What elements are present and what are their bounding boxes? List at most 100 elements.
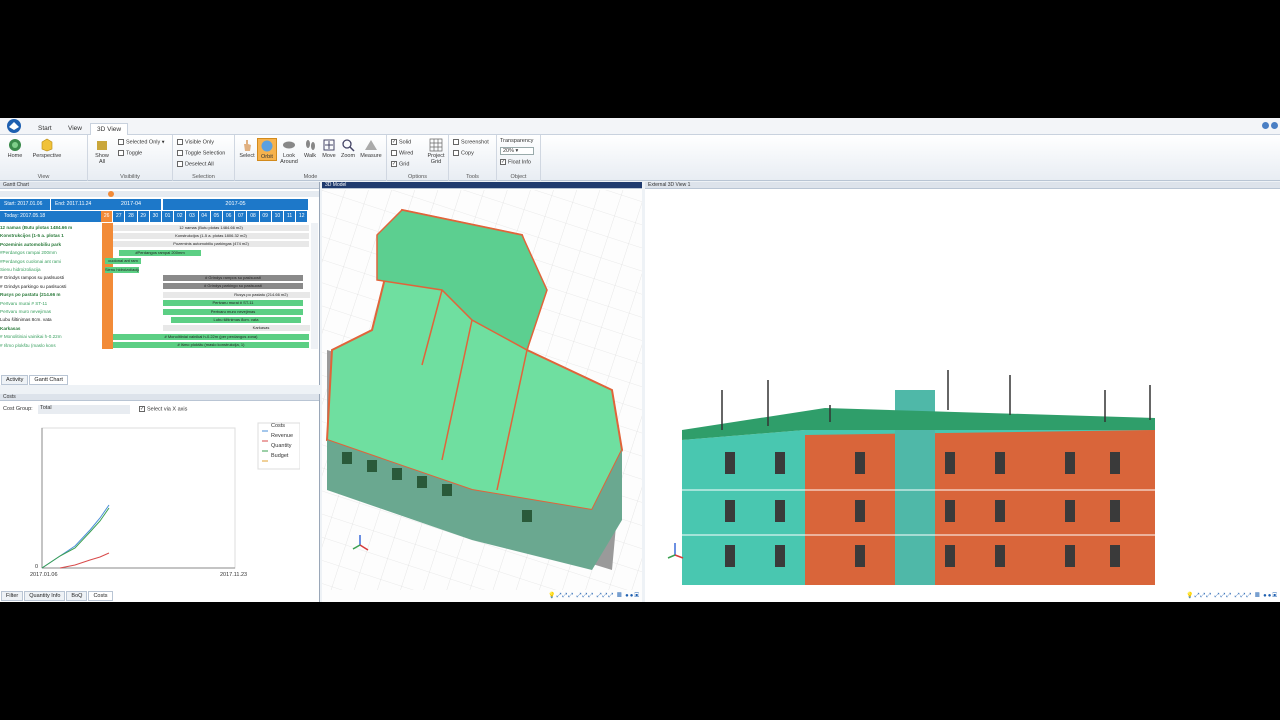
gantt-bar[interactable]: Pozeminis automobiliu parkingas (474 m2) — [113, 241, 309, 248]
gantt-bar[interactable]: Lubu šiltinimas 8cm. vata — [171, 316, 301, 323]
gantt-scrollbar[interactable] — [311, 223, 318, 349]
toggle-selection-label: Toggle Selection — [185, 150, 226, 157]
model-viewport[interactable]: 3D Model 💡⤢⤢⤢ ⤢⤢⤢ ⤢⤢⤢ ▦ ●●▣ — [322, 182, 642, 602]
day-header: 11 — [284, 211, 297, 222]
toggle-selection-button[interactable]: Toggle Selection — [177, 150, 225, 156]
gantt-row[interactable]: # Išmo plokštu (maslo kons # Išmo plokštu… — [0, 341, 310, 350]
tab-costs[interactable]: Costs — [88, 591, 113, 601]
building-model-top[interactable] — [322, 190, 642, 590]
gantt-bar[interactable]: cuolonai ant ram — [105, 258, 141, 265]
measure-button[interactable]: Measure — [358, 138, 384, 159]
walk-button[interactable]: Walk — [301, 138, 319, 159]
show-all-button[interactable]: Show All — [94, 138, 110, 165]
application-window: Start View 3D View Home Perspective View… — [0, 118, 1280, 602]
timeline-handle[interactable] — [108, 191, 114, 197]
tab-boq[interactable]: BoQ — [66, 591, 88, 601]
external-viewport[interactable]: External 3D View 1 💡⤢⤢⤢ ⤢⤢⤢ ⤢⤢⤢ ▦ ●●▣ — [645, 182, 1280, 602]
gantt-bar[interactable]: # Grindys parkingo su paslsuosti — [163, 283, 303, 290]
gantt-panel: Gantt Chart Start: 2017.01.06 End: 2017.… — [0, 182, 320, 385]
toggle-icon — [118, 150, 124, 156]
tab-3d-view[interactable]: 3D View — [90, 123, 129, 135]
costs-bottom-tabs: Filter Quantity Info BoQ Costs — [1, 591, 114, 601]
deselect-all-button[interactable]: Deselect All — [177, 161, 214, 167]
gantt-row-label: # Išmo plokštu (maslo kons — [0, 342, 56, 348]
visible-only-button[interactable]: Visible Only — [177, 139, 214, 145]
float-info-label: Float Info — [508, 159, 531, 166]
month-header: 2017-04 — [101, 199, 162, 210]
look-around-button[interactable]: Look Around — [278, 138, 300, 165]
legend-quantity: Quantity — [271, 443, 292, 449]
group-view: Home Perspective View — [0, 135, 88, 181]
tab-filter[interactable]: Filter — [1, 591, 24, 601]
select-via-x-checkbox[interactable]: ✓ Select via X axis — [139, 406, 187, 412]
zoom-button[interactable]: Zoom — [339, 138, 357, 159]
gantt-bottom-tabs: Activity Gantt Chart — [1, 375, 69, 385]
solid-checkbox[interactable]: ✓ Solid — [391, 139, 411, 145]
transparency-select[interactable]: 20% ▾ — [500, 147, 534, 155]
selected-only-button[interactable]: Selected Only ▾ — [118, 139, 165, 145]
orbit-button[interactable]: Orbit — [257, 138, 277, 161]
help-icon[interactable] — [1262, 122, 1269, 129]
group-selection-label: Selection — [192, 174, 215, 180]
viewport-toolbar[interactable]: 💡⤢⤢⤢ ⤢⤢⤢ ⤢⤢⤢ ▦ ●●▣ — [1186, 592, 1278, 600]
select-via-x-label: Select via X axis — [147, 406, 188, 413]
perspective-button[interactable]: Perspective — [30, 138, 64, 159]
group-view-label: View — [37, 174, 50, 180]
measure-ruler-icon — [365, 140, 377, 150]
day-header: 10 — [271, 211, 284, 222]
screenshot-button[interactable]: Screenshot — [453, 139, 489, 145]
camera-icon — [453, 139, 459, 145]
grid-label: Grid — [399, 161, 410, 168]
tab-gantt-chart[interactable]: Gantt Chart — [29, 375, 68, 385]
move-button[interactable]: Move — [320, 138, 338, 159]
zoom-label: Zoom — [340, 153, 356, 159]
toggle-selection-icon — [177, 150, 183, 156]
float-info-checkbox[interactable]: ✓ Float Info — [500, 159, 531, 165]
cost-group-value: Total — [40, 405, 52, 411]
gantt-bar[interactable]: # Išmo plokštu (maslo konstrukcija, 1) — [113, 342, 309, 349]
gantt-bar[interactable]: 12 namas (Butu plotas 1484.66 m2) — [113, 224, 309, 231]
cost-group-select[interactable]: Total — [38, 405, 130, 414]
close-icon[interactable] — [1271, 122, 1278, 129]
checkmark-icon: ✓ — [500, 159, 506, 165]
project-grid-label: Project Grid — [427, 153, 445, 165]
perspective-cube-icon — [41, 138, 53, 152]
home-button[interactable]: Home — [4, 138, 26, 159]
show-all-label: Show All — [95, 153, 109, 165]
gantt-bar[interactable]: # Monolitiniai vainikai h-0.22m (per per… — [113, 333, 309, 340]
toggle-label: Toggle — [126, 150, 143, 157]
checkmark-icon: ✓ — [139, 406, 145, 412]
screenshot-label: Screenshot — [461, 139, 489, 146]
perspective-label: Perspective — [32, 153, 62, 159]
tab-start[interactable]: Start — [32, 123, 58, 135]
window-controls — [1260, 122, 1278, 131]
day-header: 04 — [198, 211, 211, 222]
gantt-bar[interactable]: Karkasas — [163, 325, 310, 332]
project-grid-button[interactable]: Project Grid — [425, 138, 447, 165]
viewport-toolbar[interactable]: 💡⤢⤢⤢ ⤢⤢⤢ ⤢⤢⤢ ▦ ●●▣ — [548, 592, 640, 600]
tab-quantity-info[interactable]: Quantity Info — [24, 591, 66, 601]
select-button[interactable]: Select — [238, 138, 256, 159]
timeline-scrollbar[interactable] — [0, 191, 319, 197]
walk-label: Walk — [303, 153, 317, 159]
building-model-facade[interactable] — [645, 190, 1280, 590]
gantt-bar[interactable]: #Perdangos rampai 200mm — [119, 249, 201, 256]
gantt-bar[interactable]: # Grindys rampos su paslsuosti — [163, 274, 303, 281]
footprints-icon — [306, 140, 315, 150]
gantt-bar[interactable]: Pertvaru muro nevejimas — [163, 308, 303, 315]
quantity-series-line — [41, 507, 110, 569]
grid-checkbox[interactable]: ✓ Grid — [391, 161, 409, 167]
copy-button[interactable]: Copy — [453, 150, 474, 156]
hand-pointer-icon — [244, 140, 251, 151]
tab-activity[interactable]: Activity — [1, 375, 29, 385]
gantt-end-date: End: 2017.11.24 — [51, 199, 101, 210]
gantt-bar[interactable]: Sienu hidroizoliacija — [105, 266, 139, 273]
toggle-button[interactable]: Toggle — [118, 150, 142, 156]
tab-view[interactable]: View — [62, 123, 88, 135]
app-logo-icon[interactable] — [2, 118, 24, 135]
transparency-value: 20% — [503, 148, 515, 154]
gantt-bar[interactable]: Rusys po pastatu (214.66 m2) — [163, 291, 310, 298]
wired-checkbox[interactable]: Wired — [391, 150, 413, 156]
gantt-bar[interactable]: Pertvaru murai # ST-11 — [163, 300, 303, 307]
gantt-bar[interactable]: Konstrukcijos (1-5 a. plotas 1806.32 m2) — [113, 232, 309, 239]
